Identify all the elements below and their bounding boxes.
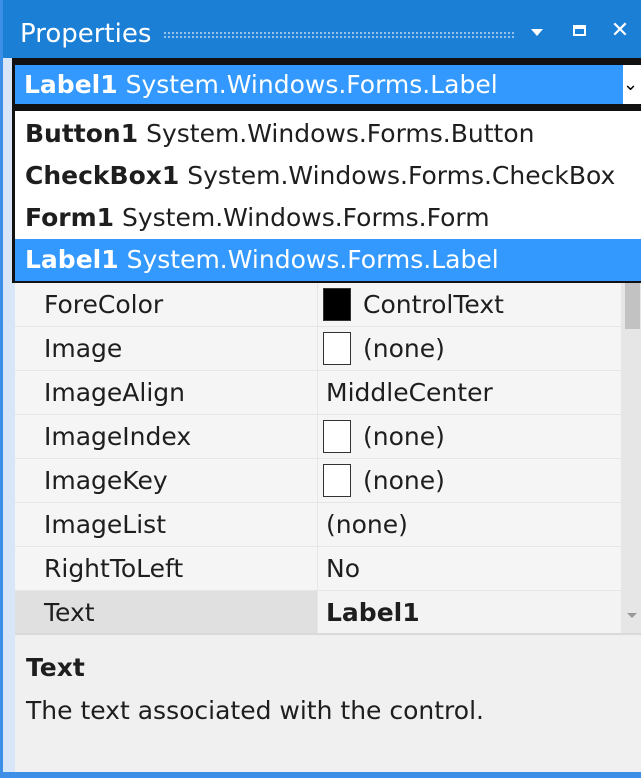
properties-window: Properties ✕ Label1 System.Windows.Forms…: [0, 0, 641, 778]
property-row-imageindex[interactable]: ImageIndex (none): [15, 415, 621, 459]
close-icon: ✕: [610, 18, 630, 43]
property-row-imagealign[interactable]: ImageAlign MiddleCenter: [15, 371, 621, 415]
property-row-text[interactable]: Text Label1: [15, 591, 621, 635]
property-name: ImageList: [15, 503, 318, 546]
description-title: Text: [26, 653, 85, 682]
property-name: ImageAlign: [15, 371, 318, 414]
color-swatch: [323, 288, 351, 321]
property-value[interactable]: (none): [319, 503, 621, 546]
window-title: Properties: [20, 19, 152, 49]
dropdown-item-form1[interactable]: Form1 System.Windows.Forms.Form: [15, 197, 641, 239]
property-name: Text: [15, 591, 318, 634]
chevron-down-icon: [531, 29, 543, 36]
property-row-imagekey[interactable]: ImageKey (none): [15, 459, 621, 503]
scroll-down-arrow-icon[interactable]: [627, 613, 637, 618]
property-name: ForeColor: [15, 283, 318, 326]
dropdown-item-name: Button1: [25, 119, 139, 148]
property-name: ImageIndex: [15, 415, 318, 458]
object-selector-dropdown-list: Button1 System.Windows.Forms.Button Chec…: [12, 111, 641, 283]
property-row-forecolor[interactable]: ForeColor ControlText: [15, 283, 621, 327]
dropdown-item-button1[interactable]: Button1 System.Windows.Forms.Button: [15, 113, 641, 155]
property-name: ImageKey: [15, 459, 318, 502]
property-value-cell[interactable]: (none): [319, 459, 621, 502]
object-selector-field[interactable]: Label1 System.Windows.Forms.Label ⌄: [15, 65, 641, 104]
dropdown-item-name: Form1: [25, 203, 115, 232]
property-value: (none): [363, 422, 445, 451]
title-grip[interactable]: [163, 31, 515, 38]
dropdown-item-type: System.Windows.Forms.Label: [126, 245, 499, 274]
close-button[interactable]: ✕: [606, 16, 634, 46]
property-grid-scrollbar[interactable]: [621, 283, 641, 633]
property-value-cell[interactable]: (none): [319, 327, 621, 370]
description-panel: Text The text associated with the contro…: [15, 633, 641, 778]
property-value-cell[interactable]: ControlText: [319, 283, 621, 326]
object-selector-type: System.Windows.Forms.Label: [125, 70, 498, 99]
property-value[interactable]: No: [319, 547, 621, 590]
chevron-down-icon[interactable]: ⌄: [623, 65, 641, 104]
dropdown-item-name: CheckBox1: [25, 161, 180, 190]
title-bar[interactable]: Properties ✕: [3, 0, 641, 58]
property-value: (none): [363, 334, 445, 363]
property-row-imagelist[interactable]: ImageList (none): [15, 503, 621, 547]
window-bottom-border: [3, 772, 641, 778]
property-row-righttoleft[interactable]: RightToLeft No: [15, 547, 621, 591]
maximize-icon: [572, 25, 586, 36]
property-name: Image: [15, 327, 318, 370]
property-value[interactable]: MiddleCenter: [319, 371, 621, 414]
image-preview-swatch: [323, 464, 351, 497]
dropdown-item-type: System.Windows.Forms.Form: [121, 203, 490, 232]
dropdown-item-name: Label1: [25, 245, 119, 274]
property-name: RightToLeft: [15, 547, 318, 590]
property-value[interactable]: Label1: [319, 591, 621, 634]
description-text: The text associated with the control.: [26, 696, 484, 725]
property-value: (none): [363, 466, 445, 495]
object-selector-combo[interactable]: Label1 System.Windows.Forms.Label ⌄: [12, 58, 641, 111]
scrollbar-thumb[interactable]: [625, 283, 640, 329]
image-preview-swatch: [323, 420, 351, 453]
object-selector-name: Label1: [24, 70, 118, 99]
property-value-cell[interactable]: (none): [319, 415, 621, 458]
maximize-button[interactable]: [565, 16, 593, 46]
property-row-image[interactable]: Image (none): [15, 327, 621, 371]
object-selector-value: Label1 System.Windows.Forms.Label: [24, 65, 498, 104]
image-preview-swatch: [323, 332, 351, 365]
dropdown-item-type: System.Windows.Forms.Button: [146, 119, 535, 148]
dropdown-item-checkbox1[interactable]: CheckBox1 System.Windows.Forms.CheckBox: [15, 155, 641, 197]
window-position-dropdown-button[interactable]: [523, 16, 551, 46]
property-grid: ForeColor ControlText Image (none) Image…: [15, 283, 621, 635]
dropdown-item-label1[interactable]: Label1 System.Windows.Forms.Label: [15, 239, 641, 281]
dropdown-item-type: System.Windows.Forms.CheckBox: [187, 161, 616, 190]
property-value: ControlText: [363, 290, 504, 319]
